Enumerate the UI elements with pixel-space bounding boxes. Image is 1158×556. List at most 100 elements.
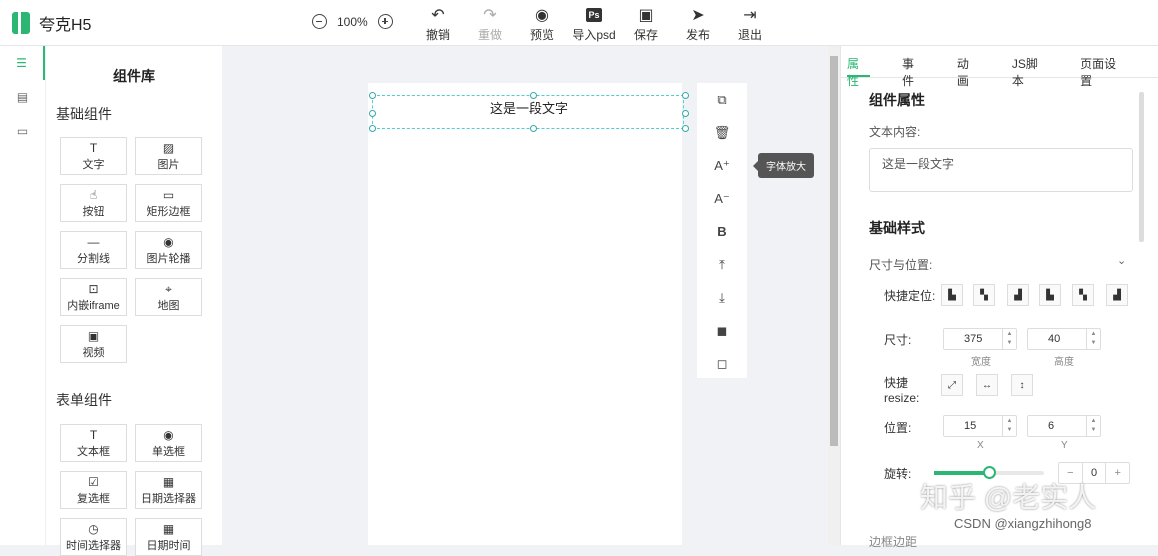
x-stepper-icon[interactable]: ▲ ▼	[1002, 416, 1016, 436]
tab-2[interactable]: 动画	[957, 46, 980, 88]
toolbar-button-3[interactable]: Ps 导入psd	[568, 6, 620, 43]
canvas-text: 这是一段文字	[489, 101, 568, 116]
chevron-down-icon[interactable]: ⌄	[1117, 254, 1126, 267]
quick-position-label: 快捷定位:	[884, 289, 936, 303]
component-label: 复选框	[77, 492, 110, 505]
x-input[interactable]: 15 ▲ ▼	[943, 415, 1017, 437]
component-label: 矩形边框	[146, 205, 191, 218]
resize-handle[interactable]	[530, 92, 537, 99]
form-component-5[interactable]: ▦ 日期时间	[135, 518, 202, 556]
copy-icon[interactable]: ⧉	[697, 83, 747, 116]
form-component-1[interactable]: ◉ 单选框	[135, 424, 202, 462]
text-content-textarea[interactable]: 这是一段文字	[869, 148, 1133, 192]
width-input[interactable]: 375 ▲ ▼	[943, 328, 1017, 350]
toolbar-button-6[interactable]: ⇥ 退出	[724, 6, 776, 43]
toolbar-label: 发布	[685, 28, 710, 42]
basic-component-1[interactable]: ▨ 图片	[135, 137, 202, 175]
delete-icon[interactable]: 🗑	[697, 116, 747, 149]
toolbar-button-1[interactable]: ↷ 重做	[464, 6, 516, 43]
rail-pages-icon[interactable]: ▤	[0, 80, 45, 114]
send-back-icon[interactable]: ◻	[697, 347, 747, 380]
fit-height-icon[interactable]: ↕	[1011, 374, 1033, 396]
selected-text-element[interactable]: 这是一段文字	[369, 92, 689, 132]
increment-icon[interactable]: +	[1106, 463, 1129, 483]
align-middle-right-icon[interactable]: ▟	[1106, 284, 1128, 306]
rail-components-icon[interactable]: ☰	[0, 46, 45, 80]
width-stepper-icon[interactable]: ▲ ▼	[1002, 329, 1016, 349]
form-component-2[interactable]: ☑ 复选框	[60, 471, 127, 509]
form-components-title: 表单组件	[56, 392, 112, 408]
bring-front-icon[interactable]: ◼	[697, 314, 747, 347]
move-down-icon[interactable]: ⤓	[697, 281, 747, 314]
text-content-label: 文本内容:	[869, 125, 921, 139]
tab-1[interactable]: 事件	[902, 46, 925, 88]
zoom-value: 100%	[337, 14, 368, 29]
basic-component-0[interactable]: T 文字	[60, 137, 127, 175]
page-canvas[interactable]: 这是一段文字	[368, 83, 689, 545]
basic-component-3[interactable]: ▭ 矩形边框	[135, 184, 202, 222]
x-label: X	[977, 440, 984, 451]
align-top-left-icon[interactable]: ▙	[941, 284, 963, 306]
size-label: 尺寸:	[884, 333, 912, 347]
component-label: 日期选择器	[141, 492, 196, 505]
zoom-out-icon[interactable]	[312, 14, 327, 29]
basic-component-6[interactable]: ⊡ 内嵌iframe	[60, 278, 127, 316]
align-top-right-icon[interactable]: ▟	[1007, 284, 1029, 306]
basic-component-8[interactable]: ▣ 视频	[60, 325, 127, 363]
bold-icon[interactable]: B	[697, 215, 747, 248]
border-margin-label: 边框边距	[869, 535, 918, 549]
tab-4[interactable]: 页面设置	[1080, 46, 1126, 88]
height-stepper-icon[interactable]: ▲ ▼	[1086, 329, 1100, 349]
component-props-title: 组件属性	[869, 92, 925, 108]
form-component-3[interactable]: ▦ 日期选择器	[135, 471, 202, 509]
component-icon: ▨	[162, 140, 175, 155]
component-icon: ⌖	[165, 281, 172, 296]
resize-handle[interactable]	[682, 110, 689, 117]
y-stepper-icon[interactable]: ▲ ▼	[1086, 416, 1100, 436]
form-component-0[interactable]: T 文本框	[60, 424, 127, 462]
basic-component-7[interactable]: ⌖ 地图	[135, 278, 202, 316]
resize-handle[interactable]	[369, 92, 376, 99]
panel-scrollbar[interactable]	[1139, 92, 1144, 242]
rotate-slider[interactable]	[934, 466, 1044, 479]
height-input[interactable]: 40 ▲ ▼	[1027, 328, 1101, 350]
fit-width-icon[interactable]: ↔	[976, 374, 998, 396]
basic-component-2[interactable]: ☝ 按钮	[60, 184, 127, 222]
resize-handle[interactable]	[682, 92, 689, 99]
width-value: 375	[964, 333, 983, 345]
resize-handle[interactable]	[682, 125, 689, 132]
resize-handle[interactable]	[369, 110, 376, 117]
zoom-in-icon[interactable]	[377, 14, 393, 29]
align-top-center-icon[interactable]: ▚	[973, 284, 995, 306]
component-icon: ◷	[88, 521, 99, 536]
toolbar-button-2[interactable]: ◉ 预览	[516, 6, 568, 43]
toolbar-button-4[interactable]: ▣ 保存	[620, 6, 672, 43]
component-icon: T	[89, 140, 98, 155]
rail-layers-icon[interactable]: ▭	[0, 114, 45, 148]
basic-component-4[interactable]: — 分割线	[60, 231, 127, 269]
canvas-scrollbar[interactable]	[828, 46, 840, 545]
resize-handle[interactable]	[369, 125, 376, 132]
font-increase-icon[interactable]: A⁺	[697, 149, 747, 182]
form-component-4[interactable]: ◷ 时间选择器	[60, 518, 127, 556]
tooltip: 字体放大	[753, 153, 814, 178]
tab-0[interactable]: 属性	[847, 46, 870, 88]
basic-component-5[interactable]: ◉ 图片轮播	[135, 231, 202, 269]
component-icon: ▦	[162, 521, 175, 536]
expand-icon[interactable]: ⤢	[941, 374, 963, 396]
align-middle-left-icon[interactable]: ▙	[1039, 284, 1061, 306]
y-input[interactable]: 6 ▲ ▼	[1027, 415, 1101, 437]
move-up-icon[interactable]: ⤒	[697, 248, 747, 281]
rotate-slider-fill	[934, 471, 989, 475]
toolbar-button-0[interactable]: ↶ 撤销	[412, 6, 464, 43]
component-icon: —	[87, 234, 100, 249]
tab-3[interactable]: JS脚本	[1012, 46, 1048, 88]
component-icon: ◉	[163, 427, 174, 442]
x-value: 15	[964, 420, 977, 432]
toolbar-label: 导入psd	[572, 28, 616, 42]
toolbar-button-5[interactable]: ➤ 发布	[672, 6, 724, 43]
canvas-scroll-thumb[interactable]	[830, 56, 838, 446]
align-middle-center-icon[interactable]: ▚	[1072, 284, 1094, 306]
resize-handle[interactable]	[530, 125, 537, 132]
font-decrease-icon[interactable]: A⁻	[697, 182, 747, 215]
